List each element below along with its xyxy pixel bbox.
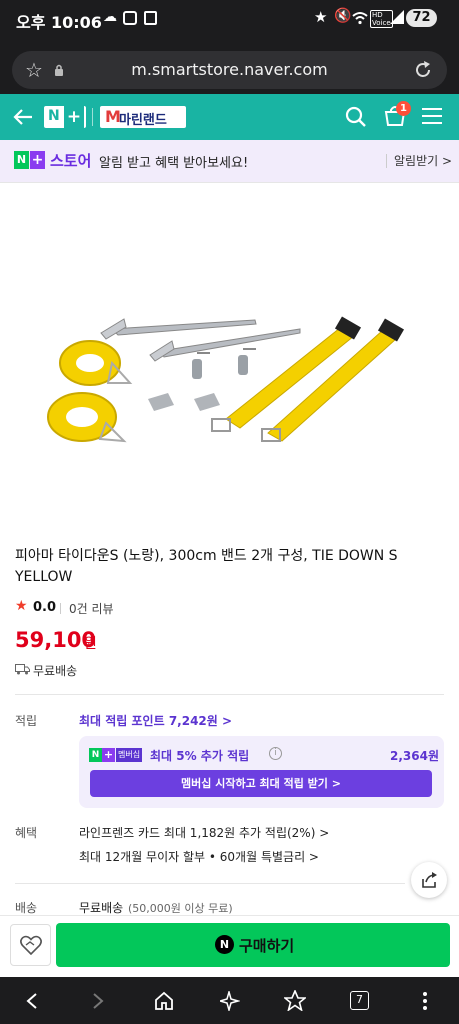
star-icon: ★ <box>314 8 328 26</box>
delivery-note: (50,000원 이상 무료) <box>128 902 233 915</box>
more-menu-icon[interactable] <box>422 991 428 1011</box>
battery-indicator: 72 <box>406 9 437 27</box>
nstore-brand: 스토어 <box>50 152 92 170</box>
naver-pay-icon: N <box>215 935 234 954</box>
max-points-link[interactable]: 최대 적립 포인트 7,242원 > <box>79 712 232 729</box>
rating-star-icon: ★ <box>15 598 28 614</box>
tabs-icon[interactable]: 7 <box>350 991 369 1010</box>
membership-cta-label: 멤버십 시작하고 최대 적립 받기 > <box>181 777 341 790</box>
signal-icon <box>390 10 404 24</box>
naver-plus-logo[interactable]: N + <box>44 106 86 128</box>
buy-label: 구매하기 <box>239 937 295 955</box>
nstore-message: 알림 받고 혜택 받아보세요! <box>99 156 249 171</box>
notify-button[interactable]: 알림받기 > <box>394 152 452 169</box>
menu-icon[interactable] <box>422 107 442 125</box>
extra-points-amount: 2,364원 <box>390 749 439 763</box>
product-title-line2: YELLOW <box>15 569 73 585</box>
nstore-logo: N + <box>14 151 46 169</box>
free-shipping-badge: 무료배송 <box>33 664 78 678</box>
store-header: N + M 마린랜드 1 <box>0 94 459 140</box>
search-icon[interactable] <box>345 106 367 128</box>
status-time: 오후 10:06 <box>16 13 102 32</box>
n-icon: N <box>14 151 29 169</box>
mute-icon: 🔇 <box>334 8 352 24</box>
buy-button[interactable]: N 구매하기 <box>56 923 450 967</box>
extra-points-text: 최대 5% 추가 적립 <box>150 749 250 763</box>
sparkle-icon[interactable] <box>220 991 240 1011</box>
divider <box>15 694 444 695</box>
header-divider <box>92 108 93 126</box>
battery-level: 72 <box>412 10 431 25</box>
cloud-icon: ☁ <box>103 9 117 25</box>
n-icon: N <box>89 748 102 762</box>
plus-icon: + <box>64 106 84 128</box>
delivery-value: 무료배송 <box>79 901 124 915</box>
divider <box>386 154 387 168</box>
n-plus-icon: N <box>48 108 60 124</box>
gallery-icon <box>123 11 137 25</box>
product-image[interactable] <box>0 183 459 528</box>
forward-icon[interactable] <box>91 992 105 1010</box>
store-name: 마린랜드 <box>119 113 167 128</box>
share-button[interactable] <box>411 862 447 898</box>
back-icon[interactable] <box>25 992 39 1010</box>
status-bar: 오후 10:06 ☁ ★ 🔇 HD Voice 72 <box>0 0 459 38</box>
purchase-bar: N 구매하기 <box>0 915 459 977</box>
divider <box>60 603 61 614</box>
delivery-label: 배송 <box>15 901 38 915</box>
rating-value: 0.0 <box>33 600 57 615</box>
browser-nav-bar: 7 <box>0 977 459 1024</box>
wishlist-button[interactable] <box>10 924 51 966</box>
membership-box: N + 멤버십 최대 5% 추가 적립 i 2,364원 멤버십 시작하고 최대… <box>79 736 444 808</box>
divider <box>15 883 405 884</box>
card-benefit-link[interactable]: 라인프렌즈 카드 최대 1,182원 추가 적립(2%) > <box>79 824 329 841</box>
home-icon[interactable] <box>154 991 174 1011</box>
plus-icon: + <box>30 151 45 169</box>
truck-icon <box>15 664 30 675</box>
tie-down-kit-illustration <box>47 316 405 443</box>
back-arrow-icon[interactable] <box>12 107 34 127</box>
info-icon[interactable]: i <box>269 747 282 760</box>
address-bar[interactable]: ☆ m.smartstore.naver.com <box>12 51 447 89</box>
reload-icon[interactable] <box>413 60 433 80</box>
membership-tag: N + 멤버십 <box>89 748 145 762</box>
share-icon <box>422 872 437 888</box>
membership-cta-button[interactable]: 멤버십 시작하고 최대 적립 받기 > <box>90 770 432 797</box>
nstore-notice-bar[interactable]: N + 스토어 알림 받고 혜택 받아보세요! 알림받기 > <box>0 140 459 182</box>
bookmarks-star-icon[interactable] <box>284 990 306 1011</box>
browser-toolbar: ☆ m.smartstore.naver.com <box>0 38 459 94</box>
store-logo[interactable]: M 마린랜드 <box>100 106 186 128</box>
price-unit: 원 <box>84 636 97 652</box>
review-count[interactable]: 0건 리뷰 <box>69 600 114 617</box>
cart-badge: 1 <box>396 101 411 116</box>
membership-tag-label: 멤버십 <box>116 748 143 762</box>
benefits-label: 혜택 <box>15 826 38 840</box>
url-text[interactable]: m.smartstore.naver.com <box>12 60 447 79</box>
points-label: 적립 <box>15 714 38 728</box>
calendar-icon <box>144 11 157 25</box>
heart-icon <box>20 935 42 955</box>
cart-count: 1 <box>400 103 407 114</box>
plus-icon: + <box>102 748 115 762</box>
wifi-icon <box>352 12 368 25</box>
installment-benefit-link[interactable]: 최대 12개월 무이자 할부 • 60개월 특별금리 > <box>79 848 319 865</box>
product-title-line1: 피아마 타이다운S (노랑), 300cm 밴드 2개 구성, TIE DOWN… <box>15 548 398 564</box>
